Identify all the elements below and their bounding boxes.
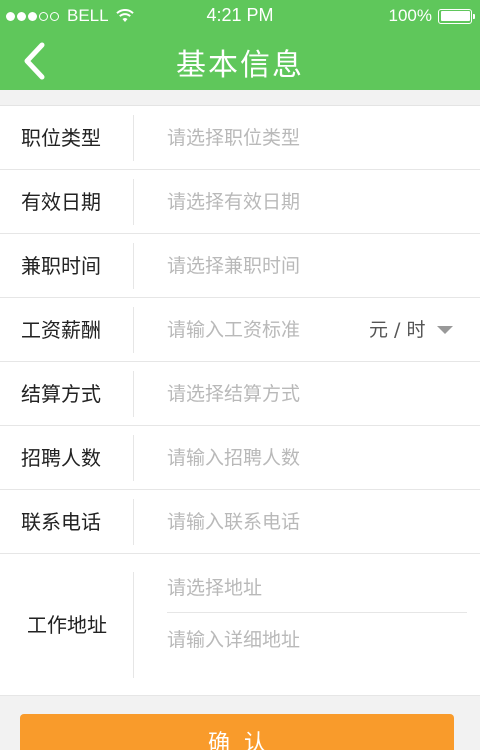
row-divider	[133, 307, 134, 353]
basic-info-form: 职位类型 有效日期 兼职时间 工资薪酬 元 / 时 结算方式 招聘人数 联系电话	[0, 105, 480, 696]
battery-percent: 100%	[388, 6, 432, 25]
headcount-input[interactable]	[167, 426, 457, 489]
form-row-settlement: 结算方式	[0, 362, 480, 426]
confirm-button[interactable]: 确认	[20, 714, 454, 750]
valid-date-field[interactable]	[167, 170, 457, 233]
phone-input[interactable]	[167, 490, 457, 553]
status-right: 100%	[388, 6, 475, 26]
row-label: 工作地址	[27, 613, 107, 637]
form-row-address: 工作地址	[0, 554, 480, 696]
form-row-job-type: 职位类型	[0, 106, 480, 170]
row-divider	[133, 179, 134, 225]
row-label: 结算方式	[21, 382, 101, 406]
address-detail-input[interactable]	[167, 613, 467, 667]
status-bar: BELL 4:21 PM 100%	[0, 0, 480, 32]
row-label: 工资薪酬	[21, 318, 101, 342]
address-select-field[interactable]	[167, 563, 467, 613]
part-time-field[interactable]	[167, 234, 457, 297]
row-divider	[133, 499, 134, 545]
row-label: 职位类型	[21, 126, 101, 150]
row-label: 联系电话	[21, 510, 101, 534]
job-type-field[interactable]	[167, 106, 457, 169]
form-row-valid-date: 有效日期	[0, 170, 480, 234]
salary-unit-select[interactable]: 元 / 时	[369, 298, 454, 362]
row-divider	[133, 435, 134, 481]
row-divider	[133, 243, 134, 289]
form-row-headcount: 招聘人数	[0, 426, 480, 490]
caret-down-icon	[437, 326, 454, 334]
row-label: 招聘人数	[21, 446, 101, 470]
page-title: 基本信息	[176, 48, 304, 83]
row-label: 兼职时间	[21, 254, 101, 278]
nav-bar: 基本信息	[0, 32, 480, 90]
row-divider	[133, 371, 134, 417]
battery-icon	[438, 8, 475, 24]
salary-input[interactable]	[167, 298, 357, 361]
settlement-field[interactable]	[167, 362, 457, 425]
row-divider	[133, 115, 134, 161]
form-row-salary: 工资薪酬 元 / 时	[0, 298, 480, 362]
form-row-phone: 联系电话	[0, 490, 480, 554]
row-label: 有效日期	[21, 190, 101, 214]
salary-unit-label: 元 / 时	[369, 319, 426, 341]
row-divider	[133, 572, 134, 678]
form-row-part-time: 兼职时间	[0, 234, 480, 298]
